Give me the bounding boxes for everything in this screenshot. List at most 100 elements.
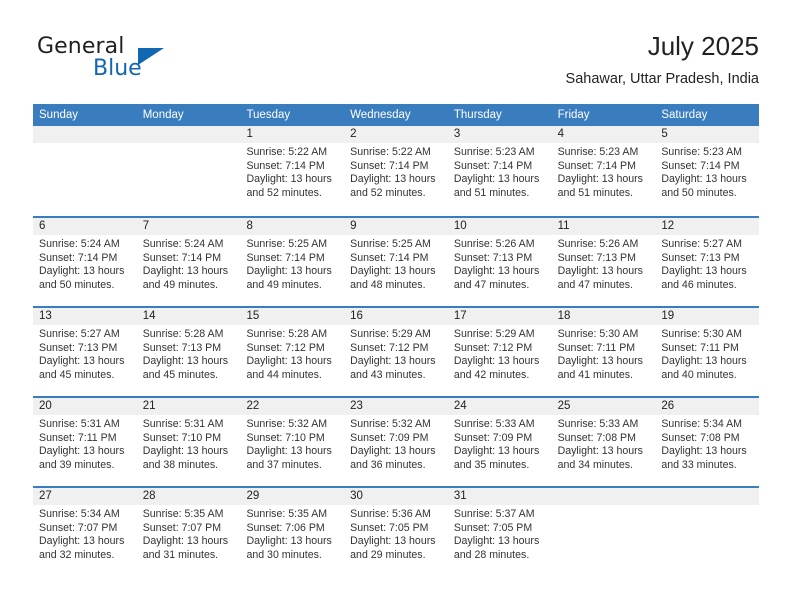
sunrise-text: Sunrise: 5:25 AM	[246, 238, 328, 250]
sunrise-text: Sunrise: 5:23 AM	[557, 146, 639, 158]
day-details: Sunrise: 5:32 AM Sunset: 7:09 PM Daylight:…	[344, 415, 448, 472]
day-number: 3	[447, 126, 552, 143]
day-details: Sunrise: 5:23 AM Sunset: 7:14 PM Daylight:…	[655, 143, 759, 200]
day-number: 18	[551, 308, 656, 325]
calendar-day-cell[interactable]: 22 Sunrise: 5:32 AM Sunset: 7:10 PM Dayligh…	[240, 398, 345, 486]
daylight-text: Daylight: 13 hours and 50 minutes.	[661, 173, 747, 199]
day-details: Sunrise: 5:32 AM Sunset: 7:10 PM Daylight:…	[240, 415, 344, 472]
calendar-day-cell[interactable]: 7 Sunrise: 5:24 AM Sunset: 7:14 PM Daylight…	[136, 218, 241, 306]
daylight-text: Daylight: 13 hours and 40 minutes.	[661, 355, 747, 381]
day-details: Sunrise: 5:37 AM Sunset: 7:05 PM Daylight:…	[448, 505, 552, 562]
day-details: Sunrise: 5:26 AM Sunset: 7:13 PM Daylight:…	[448, 235, 552, 292]
sunrise-text: Sunrise: 5:27 AM	[661, 238, 742, 250]
day-details: Sunrise: 5:28 AM Sunset: 7:12 PM Daylight:…	[240, 325, 344, 382]
day-details: Sunrise: 5:22 AM Sunset: 7:14 PM Daylight:…	[344, 143, 448, 200]
day-details: Sunrise: 5:31 AM Sunset: 7:10 PM Daylight:…	[137, 415, 241, 472]
daylight-text: Daylight: 13 hours and 45 minutes.	[39, 355, 125, 381]
calendar-day-cell[interactable]: 23 Sunrise: 5:32 AM Sunset: 7:09 PM Dayligh…	[344, 398, 448, 486]
daylight-text: Daylight: 13 hours and 43 minutes.	[350, 355, 436, 381]
calendar-day-cell[interactable]: 2 Sunrise: 5:22 AM Sunset: 7:14 PM Daylight…	[344, 126, 448, 216]
brand-name-secondary: Blue	[93, 56, 142, 81]
day-header-friday: Friday	[557, 109, 590, 121]
calendar-day-cell[interactable]: 28 Sunrise: 5:35 AM Sunset: 7:07 PM Dayligh…	[136, 488, 241, 576]
calendar-day-cell[interactable]: 15 Sunrise: 5:28 AM Sunset: 7:12 PM Dayligh…	[240, 308, 345, 396]
calendar-day-cell[interactable]: 5 Sunrise: 5:23 AM Sunset: 7:14 PM Daylight…	[655, 126, 760, 216]
calendar-day-cell[interactable]: 24 Sunrise: 5:33 AM Sunset: 7:09 PM Dayligh…	[447, 398, 552, 486]
sunset-text: Sunset: 7:14 PM	[557, 159, 636, 172]
daylight-text: Daylight: 13 hours and 32 minutes.	[39, 535, 125, 561]
calendar-page: General Blue July 2025 Sahawar, Uttar Pr…	[0, 0, 792, 612]
day-number: 28	[136, 488, 241, 505]
day-number: 29	[240, 488, 345, 505]
day-details: Sunrise: 5:27 AM Sunset: 7:13 PM Daylight:…	[655, 235, 759, 292]
calendar-day-cell[interactable]: 17 Sunrise: 5:29 AM Sunset: 7:12 PM Dayligh…	[447, 308, 552, 396]
calendar-day-cell[interactable]: 16 Sunrise: 5:29 AM Sunset: 7:12 PM Dayligh…	[344, 308, 448, 396]
brand-logo[interactable]: General Blue	[37, 34, 247, 90]
page-header: General Blue July 2025 Sahawar, Uttar Pr…	[33, 30, 759, 98]
calendar-day-cell[interactable]: 13 Sunrise: 5:27 AM Sunset: 7:13 PM Dayligh…	[33, 308, 137, 396]
calendar-day-cell[interactable]: 21 Sunrise: 5:31 AM Sunset: 7:10 PM Dayligh…	[136, 398, 241, 486]
day-number: 2	[344, 126, 448, 143]
sunset-text: Sunset: 7:11 PM	[557, 341, 636, 354]
sunset-text: Sunset: 7:07 PM	[39, 521, 118, 534]
calendar-day-cell[interactable]: 12 Sunrise: 5:27 AM Sunset: 7:13 PM Dayligh…	[655, 218, 760, 306]
sunrise-text: Sunrise: 5:28 AM	[246, 328, 328, 340]
calendar-day-cell[interactable]: 25 Sunrise: 5:33 AM Sunset: 7:08 PM Dayligh…	[551, 398, 656, 486]
calendar-day-cell[interactable]: 27 Sunrise: 5:34 AM Sunset: 7:07 PM Dayligh…	[33, 488, 137, 576]
sunrise-text: Sunrise: 5:24 AM	[39, 238, 120, 250]
day-number	[33, 126, 137, 143]
sunset-text: Sunset: 7:08 PM	[661, 431, 740, 444]
sunset-text: Sunset: 7:10 PM	[246, 431, 325, 444]
sunset-text: Sunset: 7:14 PM	[453, 159, 533, 172]
day-details: Sunrise: 5:33 AM Sunset: 7:09 PM Daylight:…	[448, 415, 552, 472]
calendar-weeks: 1 Sunrise: 5:22 AM Sunset: 7:14 PM Daylight…	[33, 126, 760, 576]
day-number: 23	[344, 398, 448, 415]
daylight-text: Daylight: 13 hours and 45 minutes.	[142, 355, 229, 381]
calendar-day-cell[interactable]: 8 Sunrise: 5:25 AM Sunset: 7:14 PM Daylight…	[240, 218, 345, 306]
day-number: 26	[655, 398, 760, 415]
calendar-week-row: 6 Sunrise: 5:24 AM Sunset: 7:14 PM Daylight…	[33, 216, 760, 306]
calendar-day-cell[interactable]: 18 Sunrise: 5:30 AM Sunset: 7:11 PM Dayligh…	[551, 308, 656, 396]
daylight-text: Daylight: 13 hours and 44 minutes.	[246, 355, 332, 381]
day-number	[136, 126, 241, 143]
day-number: 22	[240, 398, 345, 415]
sunset-text: Sunset: 7:14 PM	[350, 159, 429, 172]
calendar-day-cell[interactable]: 29 Sunrise: 5:35 AM Sunset: 7:06 PM Dayligh…	[240, 488, 345, 576]
sunrise-text: Sunrise: 5:31 AM	[39, 418, 120, 430]
sunset-text: Sunset: 7:14 PM	[142, 251, 222, 264]
calendar-day-cell[interactable]: 4 Sunrise: 5:23 AM Sunset: 7:14 PM Daylight…	[551, 126, 656, 216]
calendar-day-cell[interactable]: 1 Sunrise: 5:22 AM Sunset: 7:14 PM Daylight…	[240, 126, 345, 216]
day-details: Sunrise: 5:30 AM Sunset: 7:11 PM Daylight:…	[655, 325, 759, 382]
sunrise-text: Sunrise: 5:26 AM	[557, 238, 639, 250]
sunset-text: Sunset: 7:09 PM	[453, 431, 533, 444]
calendar-day-cell[interactable]: 14 Sunrise: 5:28 AM Sunset: 7:13 PM Dayligh…	[136, 308, 241, 396]
daylight-text: Daylight: 13 hours and 49 minutes.	[142, 265, 229, 291]
daylight-text: Daylight: 13 hours and 52 minutes.	[246, 173, 332, 199]
calendar-day-cell[interactable]: 31 Sunrise: 5:37 AM Sunset: 7:05 PM Dayligh…	[447, 488, 552, 576]
calendar-day-cell[interactable]: 26 Sunrise: 5:34 AM Sunset: 7:08 PM Dayligh…	[655, 398, 760, 486]
sunrise-text: Sunrise: 5:35 AM	[142, 508, 224, 520]
day-header-monday: Monday	[142, 109, 184, 121]
sunset-text: Sunset: 7:13 PM	[661, 251, 740, 264]
day-details: Sunrise: 5:33 AM Sunset: 7:08 PM Daylight:…	[552, 415, 656, 472]
sunset-text: Sunset: 7:13 PM	[142, 341, 222, 354]
calendar-day-cell[interactable]: 20 Sunrise: 5:31 AM Sunset: 7:11 PM Dayligh…	[33, 398, 137, 486]
calendar-day-cell[interactable]: 6 Sunrise: 5:24 AM Sunset: 7:14 PM Daylight…	[33, 218, 137, 306]
daylight-text: Daylight: 13 hours and 42 minutes.	[453, 355, 540, 381]
calendar-day-cell-empty	[136, 126, 241, 216]
calendar-day-cell[interactable]: 10 Sunrise: 5:26 AM Sunset: 7:13 PM Dayligh…	[447, 218, 552, 306]
daylight-text: Daylight: 13 hours and 48 minutes.	[350, 265, 436, 291]
calendar-day-cell[interactable]: 30 Sunrise: 5:36 AM Sunset: 7:05 PM Dayligh…	[344, 488, 448, 576]
calendar-day-cell[interactable]: 3 Sunrise: 5:23 AM Sunset: 7:14 PM Daylight…	[447, 126, 552, 216]
day-details: Sunrise: 5:26 AM Sunset: 7:13 PM Daylight:…	[552, 235, 656, 292]
daylight-text: Daylight: 13 hours and 47 minutes.	[557, 265, 643, 291]
sunrise-text: Sunrise: 5:37 AM	[453, 508, 535, 520]
calendar-day-cell[interactable]: 19 Sunrise: 5:30 AM Sunset: 7:11 PM Dayligh…	[655, 308, 760, 396]
calendar-day-cell[interactable]: 9 Sunrise: 5:25 AM Sunset: 7:14 PM Daylight…	[344, 218, 448, 306]
calendar-day-cell[interactable]: 11 Sunrise: 5:26 AM Sunset: 7:13 PM Dayligh…	[551, 218, 656, 306]
sunset-text: Sunset: 7:09 PM	[350, 431, 429, 444]
sunrise-text: Sunrise: 5:35 AM	[246, 508, 328, 520]
day-number: 25	[551, 398, 656, 415]
daylight-text: Daylight: 13 hours and 46 minutes.	[661, 265, 747, 291]
calendar-week-row: 1 Sunrise: 5:22 AM Sunset: 7:14 PM Daylight…	[33, 126, 760, 216]
